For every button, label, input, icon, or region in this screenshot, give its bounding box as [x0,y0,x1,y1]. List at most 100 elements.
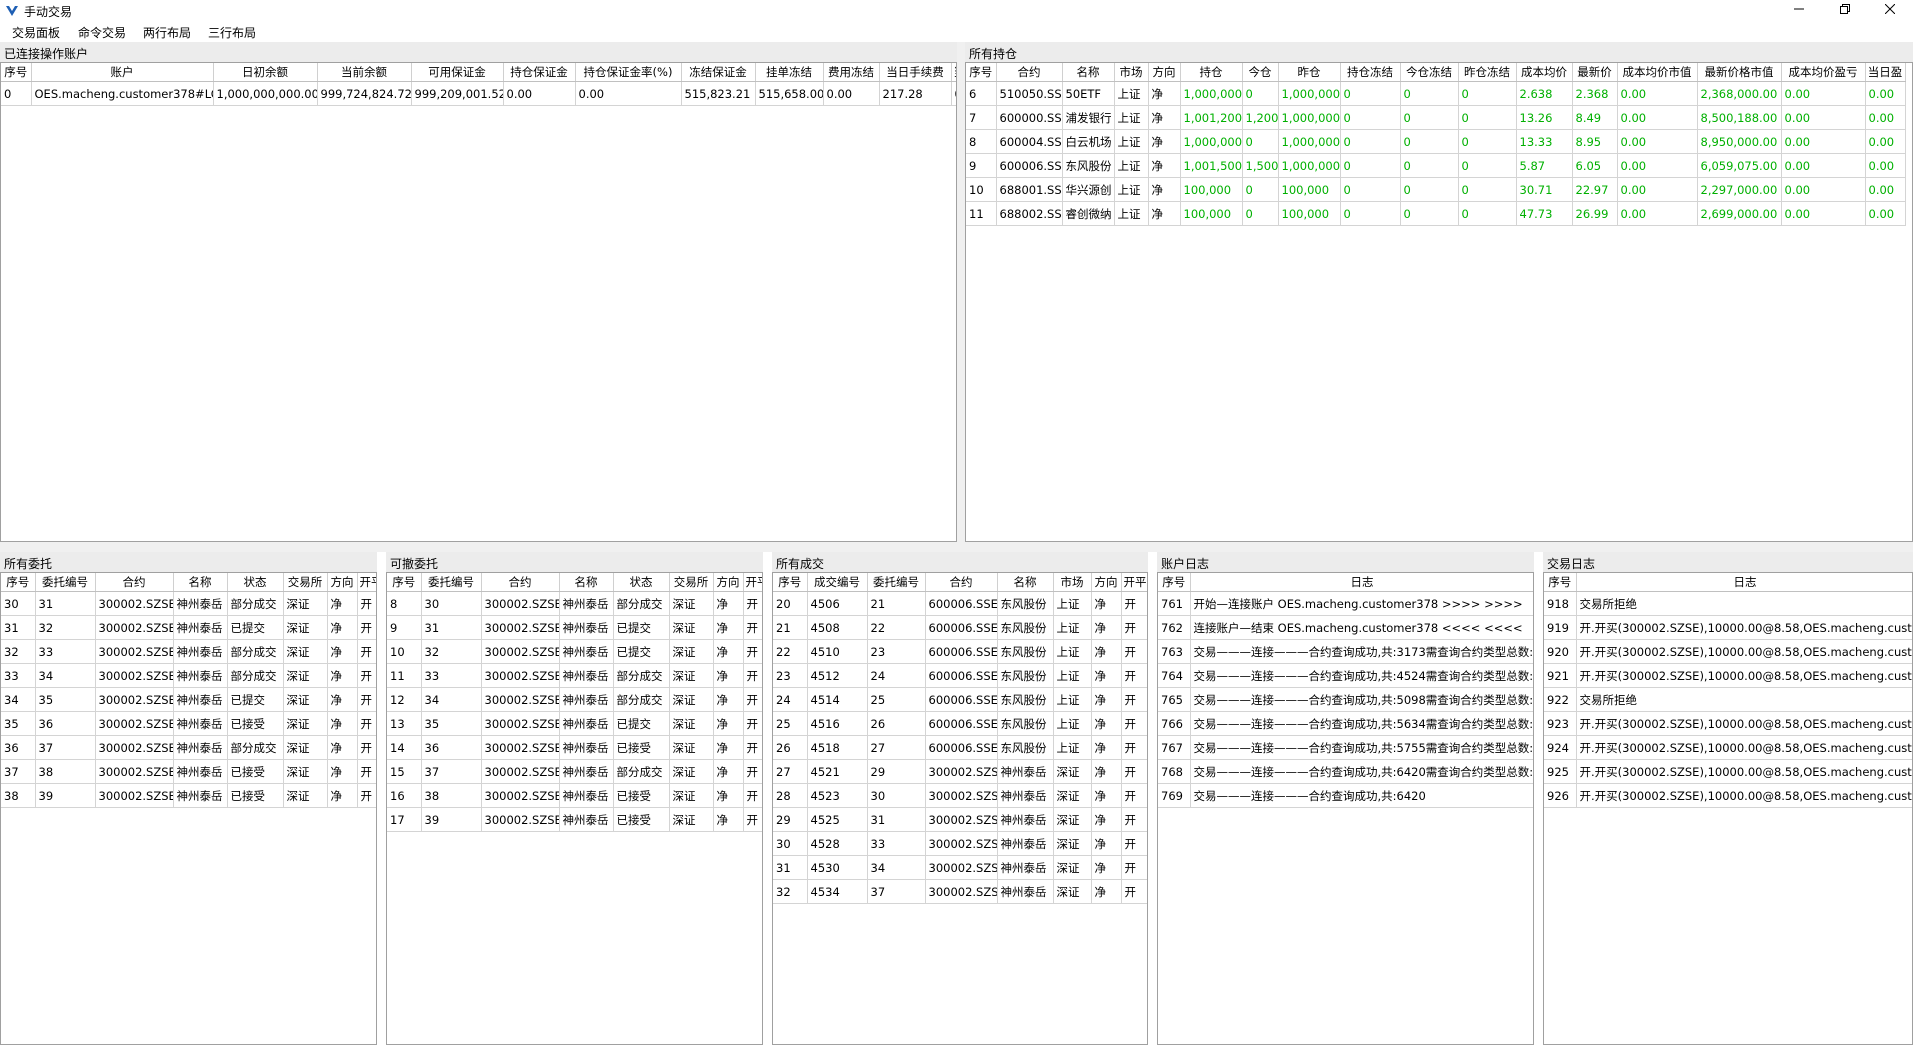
column-header[interactable]: 开平 [1121,573,1147,592]
table-row[interactable]: 763 交易———连接———合约查询成功,共:3173需查询合约类型总数:6 [1158,639,1533,664]
table-row[interactable]: 22 4510 23 600006.SSE 东风股份 上证净开 [773,639,1147,664]
column-header[interactable]: 合约 [95,573,174,592]
orders-grid[interactable]: 序号委托编号合约名称状态交易所方向开平3031300002.SZSE神州泰岳部分… [0,572,377,1045]
column-header[interactable]: 交易所 [669,573,714,592]
positions-grid[interactable]: 序号 合约 名称 市场 方向 持仓 今仓 昨仓 持仓冻结 今仓冻结 昨仓冻结 成本均价 最新价 成本均价市… [965,62,1913,542]
table-row[interactable]: 921 开.开买(300002.SZSE),10000.00@8.58,OES.m… [1544,663,1912,688]
menu-two-row-layout[interactable]: 两行布局 [143,24,191,41]
table-row[interactable]: 923 开.开买(300002.SZSE),10000.00@8.58,OES.m… [1544,711,1912,736]
column-header[interactable]: 成本均价 [1516,63,1573,82]
table-row[interactable]: 29452531300002.SZSE神州泰岳深证净开 [773,807,1147,832]
table-row[interactable]: 10 32 300002.SZSE 神州泰岳 已提交 深证净开 [387,639,762,664]
column-header[interactable]: 持仓冻结 [1340,63,1401,82]
table-row[interactable]: 20 4506 21 600006.SSE 东风股份 上证净开 [773,591,1147,616]
table-row[interactable]: 924 开.开买(300002.SZSE),10000.00@8.58,OES.m… [1544,735,1912,760]
close-button[interactable] [1867,0,1913,22]
column-header[interactable]: 方向 [327,573,358,592]
column-header[interactable]: 可用保证金 [411,63,504,82]
trade-log-grid[interactable]: 序号 日志 918 交易所拒绝 919 开.开买(300002.SZSE),10000.0… [1543,572,1913,1045]
table-row[interactable]: 761 开始—连接账户 OES.macheng.customer378 >>>> … [1158,591,1533,616]
table-row[interactable]: 13 35 300002.SZSE 神州泰岳 已提交 深证净开 [387,711,762,736]
table-row[interactable]: 6 510050.SSE 50ETF 上证净 1,000,000 0 1,000,000 0 0… [966,81,1906,106]
table-row[interactable]: 926 开.开买(300002.SZSE),10000.00@8.58,OES.m… [1544,783,1912,808]
column-header[interactable]: 序号 [1,63,32,82]
column-header[interactable]: 合约 [996,63,1063,82]
column-header[interactable]: 今仓冻结 [1400,63,1459,82]
column-header[interactable]: 日志 [1190,573,1533,592]
column-header[interactable]: 市场 [1053,573,1092,592]
column-header[interactable]: 持仓保证金率(%) [575,63,682,82]
column-header[interactable]: 最新价 [1572,63,1618,82]
column-header[interactable]: 序号 [1,573,36,592]
horizontal-splitter[interactable] [0,542,1913,552]
table-row[interactable]: 37 38 300002.SZSE 神州泰岳 已接受 深证净开 [1,759,376,784]
accounts-grid[interactable]: 序号 账户 日初余额 当前余额 可用保证金 持仓保证金 持仓保证金率(%) 冻结保证金 挂单冻结… [0,62,957,542]
restore-button[interactable] [1822,0,1868,22]
column-header[interactable]: 序号 [1158,573,1191,592]
column-header[interactable]: 序号 [1544,573,1577,592]
column-header[interactable]: 成本均价盈亏 [1781,63,1866,82]
column-header[interactable]: 成交编号 [807,573,868,592]
column-header[interactable]: 最新价格市值 [1697,63,1782,82]
table-row[interactable]: 17 39 300002.SZSE 神州泰岳 已接受 深证净开 [387,807,762,832]
table-row[interactable]: 14 36 300002.SZSE 神州泰岳 已接受 深证净开 [387,735,762,760]
table-row[interactable]: 765 交易———连接———合约查询成功,共:5098需查询合约类型总数:6 [1158,687,1533,712]
column-header[interactable]: 名称 [559,573,614,592]
column-header[interactable]: 名称 [1062,63,1115,82]
column-header[interactable]: 方向 [1091,573,1122,592]
table-row[interactable]: 30 31 300002.SZSE 神州泰岳 部分成交 深证净开 [1,591,376,616]
column-header[interactable]: 委托编号 [421,573,482,592]
column-header[interactable]: 当日盈 [1865,63,1906,82]
table-row[interactable]: 8 600004.SSE 白云机场 上证净 1,000,000 0 1,000,000 0 0 0… [966,129,1906,154]
minimize-button[interactable] [1776,0,1822,22]
account-log-grid[interactable]: 序号 日志 761 开始—连接账户 OES.macheng.customer378 >… [1157,572,1534,1045]
column-header[interactable]: 冻结保证金 [681,63,756,82]
table-row[interactable]: 27452129300002.SZSE神州泰岳深证净开 [773,759,1147,784]
cancelable-orders-grid[interactable]: 序号委托编号合约名称状态交易所方向开平830300002.SZSE神州泰岳部分成… [386,572,763,1045]
column-header[interactable]: 名称 [173,573,228,592]
table-row[interactable]: 31453034300002.SZSE神州泰岳深证净开 [773,855,1147,880]
table-row[interactable]: 0OES.macheng.customer378#LOCAL1,000,000,… [1,81,956,106]
table-row[interactable]: 32453437300002.SZSE神州泰岳深证净开 [773,879,1147,904]
table-row[interactable]: 769 交易———连接———合约查询成功,共:6420 [1158,783,1533,808]
table-row[interactable]: 922 交易所拒绝 [1544,687,1912,712]
column-header[interactable]: 合约 [481,573,560,592]
table-row[interactable]: 30452833300002.SZSE神州泰岳深证净开 [773,831,1147,856]
table-row[interactable]: 26 4518 27 600006.SSE 东风股份 上证净开 [773,735,1147,760]
column-header[interactable]: 持仓保证金 [503,63,576,82]
column-header[interactable]: 委托编号 [867,573,926,592]
table-row[interactable]: 31 32 300002.SZSE 神州泰岳 已提交 深证净开 [1,615,376,640]
column-header[interactable]: 昨仓冻结 [1458,63,1517,82]
table-row[interactable]: 32 33 300002.SZSE 神州泰岳 部分成交 深证净开 [1,639,376,664]
table-row[interactable]: 35 36 300002.SZSE 神州泰岳 已接受 深证净开 [1,711,376,736]
table-row[interactable]: 919 开.开买(300002.SZSE),10000.00@8.58,OES.m… [1544,615,1912,640]
column-header[interactable]: 交易所 [283,573,328,592]
table-row[interactable]: 34 35 300002.SZSE 神州泰岳 已提交 深证净开 [1,687,376,712]
column-header[interactable]: 序号 [966,63,997,82]
table-row[interactable]: 9 600006.SSE 东风股份 上证净 1,001,500 1,500 1,000,00… [966,153,1906,178]
table-row[interactable]: 764 交易———连接———合约查询成功,共:4524需查询合约类型总数:6 [1158,663,1533,688]
column-header[interactable]: 账户 [31,63,214,82]
column-header[interactable]: 市场 [1114,63,1149,82]
column-header[interactable]: 序号 [773,573,808,592]
table-row[interactable]: 36 37 300002.SZSE 神州泰岳 部分成交 深证净开 [1,735,376,760]
table-row[interactable]: 767 交易———连接———合约查询成功,共:5755需查询合约类型总数:6 [1158,735,1533,760]
menu-command-trade[interactable]: 命令交易 [78,24,126,41]
table-row[interactable]: 768 交易———连接———合约查询成功,共:6420需查询合约类型总数:6 [1158,759,1533,784]
table-row[interactable]: 12 34 300002.SZSE 神州泰岳 部分成交 深证净开 [387,687,762,712]
column-header[interactable]: 当日手续费 [879,63,952,82]
column-header[interactable]: 开平 [743,573,762,592]
column-header[interactable]: 状态 [613,573,670,592]
column-header[interactable]: 状态 [227,573,284,592]
trades-grid[interactable]: 序号 成交编号 委托编号 合约 名称 市场 方向 开平 20 4506 21 600006.SSE 东风… [772,572,1148,1045]
column-header[interactable]: 日志 [1576,573,1912,592]
table-row[interactable]: 925 开.开买(300002.SZSE),10000.00@8.58,OES.m… [1544,759,1912,784]
column-header[interactable]: 方向 [713,573,744,592]
table-row[interactable]: 10 688001.SSE 华兴源创 上证净 100,000 0 100,000 0 0 0 30.… [966,177,1906,202]
column-header[interactable]: 挂单冻结 [755,63,824,82]
table-row[interactable]: 16 38 300002.SZSE 神州泰岳 已接受 深证净开 [387,783,762,808]
column-header[interactable]: 方向 [1148,63,1181,82]
column-header[interactable]: 序号 [387,573,422,592]
table-row[interactable]: 11 33 300002.SZSE 神州泰岳 部分成交 深证净开 [387,663,762,688]
column-header[interactable]: 开平 [357,573,376,592]
